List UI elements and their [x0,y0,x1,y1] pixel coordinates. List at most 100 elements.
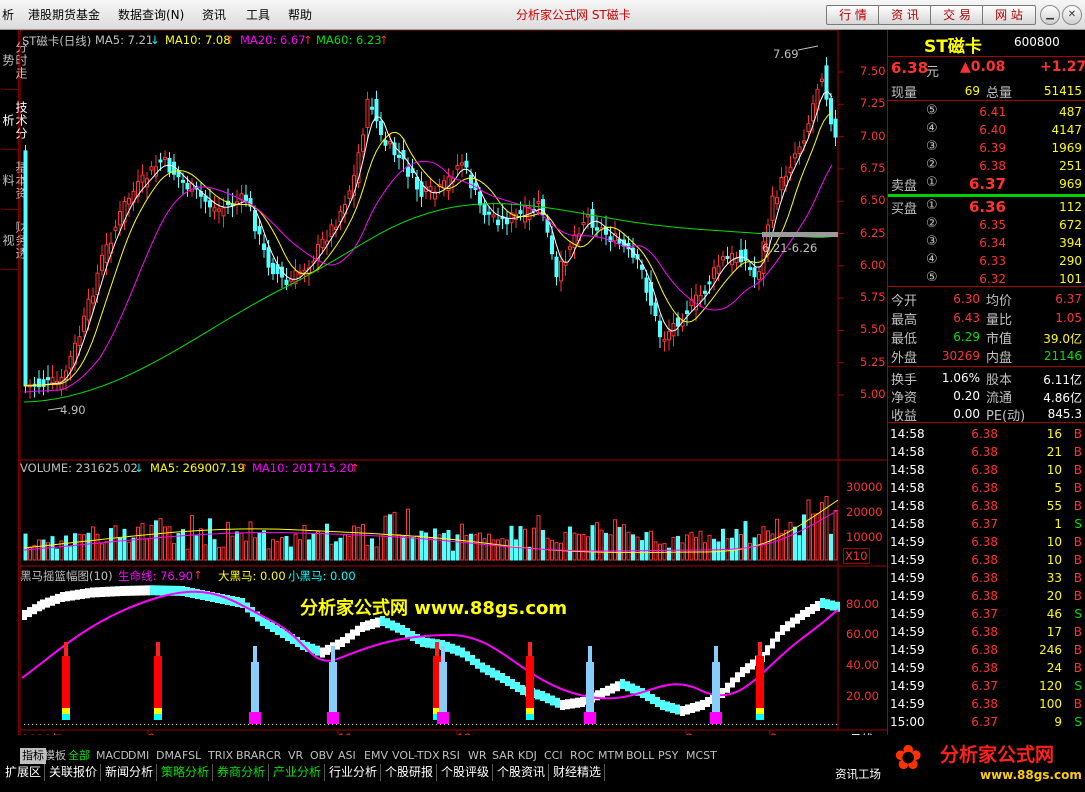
indicator-tab[interactable]: VR [286,748,305,764]
info-workshop-link[interactable]: 资讯工场 [835,766,881,782]
tick-price: 6.37 [971,715,998,729]
trade-button[interactable]: 交 易 [930,5,984,25]
indicator-tab[interactable]: ROC [568,748,596,764]
quote-button[interactable]: 行 情 [826,5,880,25]
link-tab[interactable]: 产业分析 [270,764,326,781]
volume-bar [721,528,725,561]
indicator-tab[interactable]: CR [264,748,283,764]
volume-bar [482,538,487,561]
link-tab[interactable]: 关联报价 [46,764,102,781]
chart-area[interactable] [0,30,887,735]
indicator-tab[interactable]: SAR [490,748,516,764]
volume-bar [194,535,199,561]
menu-item-help[interactable]: 帮助 [288,6,312,23]
baseline-dot [532,724,533,725]
volume-bar [784,530,788,561]
volume-bar [244,540,248,561]
indicator-tab[interactable]: BOLL [624,748,656,764]
sell-level: ⑤ [926,103,938,118]
indicator-block [505,676,510,686]
menu-item-tools[interactable]: 工具 [246,6,270,23]
window-title: 分析家公式网 ST磁卡 [516,8,631,22]
menu-item-hk-futures[interactable]: 港股期货基金 [28,6,100,23]
sell-price[interactable]: 6.40 [950,123,1006,137]
indicator-tab[interactable]: KDJ [516,748,539,764]
link-tab[interactable]: 券商分析 [214,764,270,781]
baseline-dot [812,724,813,725]
indicator-block [550,695,555,706]
indicator-block [80,589,85,599]
volume-bar [176,533,181,561]
baseline-dot [572,724,573,725]
news-button[interactable]: 资 讯 [878,5,932,25]
volume-bar [599,529,604,561]
indicator-tab[interactable]: VOL-TDX [390,748,442,764]
indicator-tab[interactable]: FSL [180,748,203,764]
indicator-tab[interactable]: MTM [596,748,626,764]
link-tab[interactable]: 个股评级 [438,764,494,781]
buy-price[interactable]: 6.33 [950,254,1006,268]
baseline-dot [328,724,329,725]
stat-value: 6.37 [1055,292,1082,306]
sell-price[interactable]: 6.39 [950,141,1006,155]
link-tab[interactable]: 财经精选 [550,764,606,781]
indicator-tab[interactable]: 全部 [66,748,92,764]
indicator-tab[interactable]: EMV [362,748,390,764]
buy-price[interactable]: 6.36 [950,198,1006,216]
volume-bar [446,529,451,561]
menu-item-info[interactable]: 资讯 [202,6,226,23]
indicator-tab[interactable]: OBV [308,748,335,764]
sell-price[interactable]: 6.38 [950,159,1006,173]
close-icon[interactable]: ✕ [1062,5,1082,25]
indicator-block [720,688,725,698]
indicator-tab[interactable]: DMI [126,748,151,764]
baseline-dot [720,724,721,725]
baseline-dot [320,724,321,725]
link-tab[interactable]: 新闻分析 [102,764,158,781]
indicator-block [485,665,490,676]
indicator-tab[interactable]: PSY [656,748,680,764]
baseline-dot [300,724,301,725]
indicator-tab[interactable]: RSI [440,748,462,764]
stat-label: 今开 [891,294,918,309]
baseline-dot [624,724,625,725]
volume-bar [595,522,599,561]
sell-price[interactable]: 6.41 [950,105,1006,119]
indicator-tab[interactable]: 模板 [42,748,68,764]
link-tab[interactable]: 扩展区 [2,764,46,781]
buy-price[interactable]: 6.32 [950,272,1006,286]
signal-bar [249,712,261,724]
website-button[interactable]: 网 站 [982,5,1036,25]
indicator-tab[interactable]: CCI [542,748,565,764]
baseline-dot [756,724,757,725]
baseline-dot [100,724,101,725]
indicator-tab[interactable]: WR [466,748,489,764]
baseline-dot [796,724,797,725]
volume-bar [185,548,190,561]
menu-item-data-query[interactable]: 数据查询(N) [118,6,184,23]
minimize-icon[interactable]: ▁ [1040,5,1060,25]
buy-price[interactable]: 6.35 [950,218,1006,232]
volume-bar [32,545,37,561]
indicator-tab[interactable]: ASI [336,748,358,764]
signal-spike [435,642,439,656]
buy-price[interactable]: 6.34 [950,236,1006,250]
volume-bar [325,523,329,561]
signal-bar [62,714,70,720]
baseline-dot [156,724,157,725]
link-tab[interactable]: 行业分析 [326,764,382,781]
baseline-dot [420,724,421,725]
stat-value: 4.86亿 [1043,391,1082,405]
link-tab[interactable]: 个股资讯 [494,764,550,781]
link-tab[interactable]: 策略分析 [158,764,214,781]
link-tab[interactable]: 个股研报 [382,764,438,781]
baseline-dot [568,724,569,725]
indicator-tab[interactable]: MCST [684,748,719,764]
sell-price[interactable]: 6.37 [950,175,1006,193]
menu-item-analysis[interactable]: 析 [2,6,14,23]
tick-volume: 21 [1046,445,1062,459]
indicator-tab[interactable]: BRAR [234,748,268,764]
watermark-text: 分析家公式网 www.88gs.com [300,598,568,619]
indicator-tab[interactable]: TRIX [206,748,235,764]
volume-bar [455,534,460,561]
